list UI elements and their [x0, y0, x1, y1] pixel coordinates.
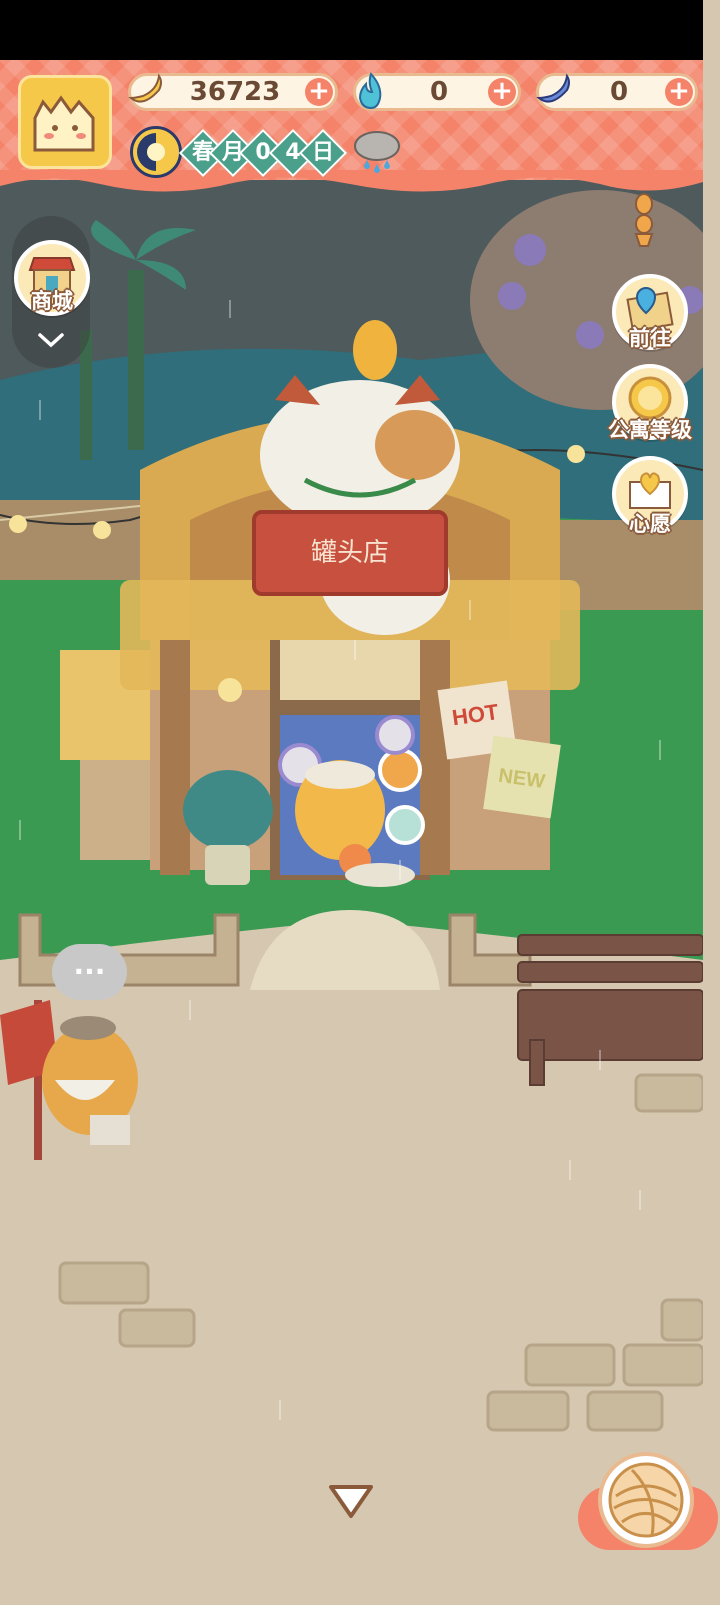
game-scene[interactable]: HOT NEW 罐头店 ···	[0, 180, 703, 1605]
blue-banana-value: 0	[609, 77, 629, 107]
bread-cat-avatar-icon	[33, 95, 95, 152]
new-poster: NEW	[483, 735, 561, 819]
add-blue-banana-button[interactable]: +	[665, 78, 693, 106]
blue-banana-counter[interactable]: 0 +	[536, 73, 698, 111]
goto-label: 前往	[629, 326, 671, 350]
banana-coin-value: 36723	[189, 77, 281, 107]
system-status-bar	[0, 0, 703, 60]
scene-background: HOT NEW	[0, 180, 703, 1605]
player-avatar[interactable]	[18, 75, 112, 169]
blue-flame-counter[interactable]: 0 +	[353, 72, 521, 111]
sun-moon-icon	[137, 133, 165, 171]
yarn-ball-icon	[608, 1462, 684, 1538]
wish-label: 心愿	[629, 512, 671, 536]
blue-flame-value: 0	[429, 77, 449, 107]
add-banana-coin-button[interactable]: +	[305, 78, 333, 106]
npc-speech-text: ···	[73, 955, 106, 988]
banana-coin-counter[interactable]: 36723 +	[128, 73, 338, 111]
shop-sign-label: 罐头店	[310, 538, 389, 568]
hanging-charm-icon[interactable]	[626, 190, 662, 250]
add-blue-flame-button[interactable]: +	[488, 78, 516, 106]
shop-mall-label: 商城	[31, 289, 73, 313]
season-badge[interactable]	[130, 126, 182, 178]
shop-sign[interactable]: 罐头店	[252, 510, 448, 596]
blue-banana-icon	[536, 73, 570, 103]
triangle-down-icon[interactable]	[326, 1482, 376, 1522]
date-day-label: 日	[311, 140, 334, 165]
rain-cloud-icon[interactable]	[352, 128, 402, 176]
npc-speech-bubble[interactable]: ···	[52, 944, 127, 1000]
apartment-level-label: 公寓等级	[608, 418, 692, 442]
chevron-down-icon[interactable]	[36, 330, 66, 350]
yarn-ball-button[interactable]	[598, 1452, 694, 1548]
banana-coin-icon	[128, 73, 162, 103]
blue-flame-icon	[358, 72, 382, 110]
